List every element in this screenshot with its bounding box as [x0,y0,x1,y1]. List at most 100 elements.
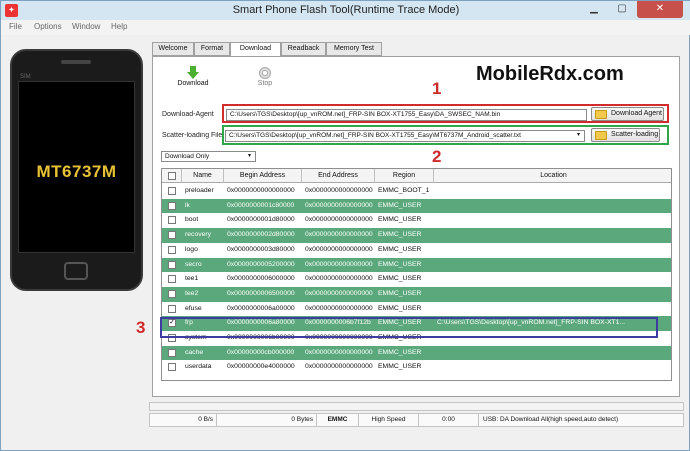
cell-location [434,302,671,316]
cell-end: 0x0000000000000000 [305,231,373,239]
row-checkbox-cell [162,272,182,286]
watermark-text: MobileRdx.com [476,63,624,85]
download-button-label: Download [177,80,209,87]
tab-memory-test[interactable]: Memory Test [326,42,382,56]
close-button[interactable]: ✕ [637,1,683,18]
table-row[interactable]: preloader 0x0000000000000000 0x00000000000… [162,184,671,199]
cell-location [434,287,671,301]
table-header: Name Begin Address End Address Region Lo… [162,169,671,183]
cell-region: EMMC_USER [378,304,422,312]
stop-button[interactable]: Stop [249,66,281,87]
phone-home-key [64,262,88,280]
cell-region: EMMC_USER [378,260,422,268]
status-bar: 0 B/s 0 Bytes EMMC High Speed 0:00 USB: … [149,413,684,427]
status-storage: EMMC [317,414,359,426]
maximize-button[interactable]: ▢ [609,1,635,18]
cell-location [434,258,671,272]
row-checkbox[interactable] [168,348,176,357]
mode-select[interactable]: Download Only ▾ [161,151,256,162]
table-row[interactable]: tee1 0x0000000006000000 0x0000000000000000… [162,272,671,287]
download-arrow-icon [187,66,199,79]
chip-label: MT6737M [36,162,117,181]
menu-options[interactable]: Options [34,22,62,31]
cell-name: recovery [185,231,212,239]
row-checkbox-cell [162,199,182,213]
cell-begin: 0x0000000002d80000 [227,231,295,239]
row-checkbox[interactable] [168,201,176,210]
cell-begin: 0x0000000003d80000 [227,245,295,253]
table-row[interactable]: userdata 0x00000000e4000000 0x000000000000… [162,360,671,375]
header-region: Region [375,169,434,183]
scatter-label: Scatter-loading File [162,132,223,139]
cell-region: EMMC_USER [378,363,422,371]
row-checkbox-cell [162,258,182,272]
row-checkbox[interactable] [168,275,176,284]
row-checkbox[interactable] [168,216,176,225]
table-row[interactable]: secro 0x0000000005200000 0x000000000000000… [162,257,671,273]
status-connection: USB: DA Download All(high speed,auto det… [483,416,619,423]
tab-readback[interactable]: Readback [281,42,326,56]
cell-end: 0x0000000000000000 [305,275,373,283]
cell-location [434,213,671,227]
select-all-checkbox[interactable] [168,172,176,180]
row-checkbox[interactable] [168,245,176,254]
cell-begin: 0x00000000cb000000 [227,348,295,356]
table-row[interactable]: tee2 0x0000000006500000 0x0000000000000000… [162,286,671,302]
callout-box-3 [160,317,658,338]
cell-begin: 0x0000000006a00000 [227,304,295,312]
tab-welcome[interactable]: Welcome [152,42,194,56]
cell-begin: 0x0000000005200000 [227,260,295,268]
callout-number-1: 1 [432,79,442,98]
cell-name: userdata [185,363,212,371]
mode-select-value: Download Only [165,153,210,160]
row-checkbox-cell [162,346,182,360]
table-row[interactable]: recovery 0x0000000002d80000 0x000000000000… [162,228,671,243]
cell-begin: 0x00000000e4000000 [227,363,295,371]
menu-help[interactable]: Help [111,22,127,31]
header-select-all[interactable] [162,169,182,183]
header-end-address: End Address [302,169,375,183]
row-checkbox-cell [162,184,182,198]
table-row[interactable]: lk 0x0000000001c80000 0x0000000000000000 EM… [162,198,671,214]
cell-end: 0x0000000000000000 [305,363,373,371]
download-button[interactable]: Download [174,66,212,87]
menu-file[interactable]: File [9,22,22,31]
cell-location [434,346,671,360]
row-checkbox[interactable] [168,363,176,372]
menu-window[interactable]: Window [72,22,100,31]
cell-location [434,184,671,198]
phone-illustration: SIM MT6737M [10,49,143,291]
callout-box-1 [222,104,669,123]
cell-begin: 0x0000000006500000 [227,289,295,297]
tab-format[interactable]: Format [194,42,230,56]
table-row[interactable]: boot 0x0000000001d80000 0x0000000000000000… [162,213,671,228]
cell-name: lk [185,201,190,209]
row-checkbox[interactable] [168,231,176,240]
row-checkbox[interactable] [168,304,176,313]
row-checkbox[interactable] [168,289,176,298]
cell-region: EMMC_BOOT_1 [378,187,430,194]
cell-name: efuse [185,304,202,312]
header-name: Name [182,169,224,183]
menu-bar: File Options Window Help [1,20,690,35]
cell-name: boot [185,216,199,224]
partition-table: Name Begin Address End Address Region Lo… [161,168,672,381]
flash-tool-window: ✦ Smart Phone Flash Tool(Runtime Trace M… [0,0,690,451]
table-row[interactable]: cache 0x00000000cb000000 0x000000000000000… [162,345,671,361]
table-row[interactable]: logo 0x0000000003d80000 0x0000000000000000… [162,243,671,258]
row-checkbox[interactable] [168,187,176,195]
cell-location [434,360,671,374]
download-agent-label: Download-Agent [162,111,214,118]
row-checkbox[interactable] [168,260,176,269]
cell-begin: 0x0000000000000000 [227,187,295,194]
status-speed-mode: High Speed [359,414,419,426]
minimize-button[interactable]: ▁ [581,1,607,18]
callout-box-2 [222,125,669,145]
cell-end: 0x0000000000000000 [305,260,373,268]
cell-location [434,228,671,242]
header-location: Location [540,172,567,179]
tab-download[interactable]: Download [230,42,281,57]
row-checkbox-cell [162,360,182,374]
table-row[interactable]: efuse 0x0000000006a00000 0x000000000000000… [162,302,671,317]
cell-end: 0x0000000000000000 [305,289,373,297]
